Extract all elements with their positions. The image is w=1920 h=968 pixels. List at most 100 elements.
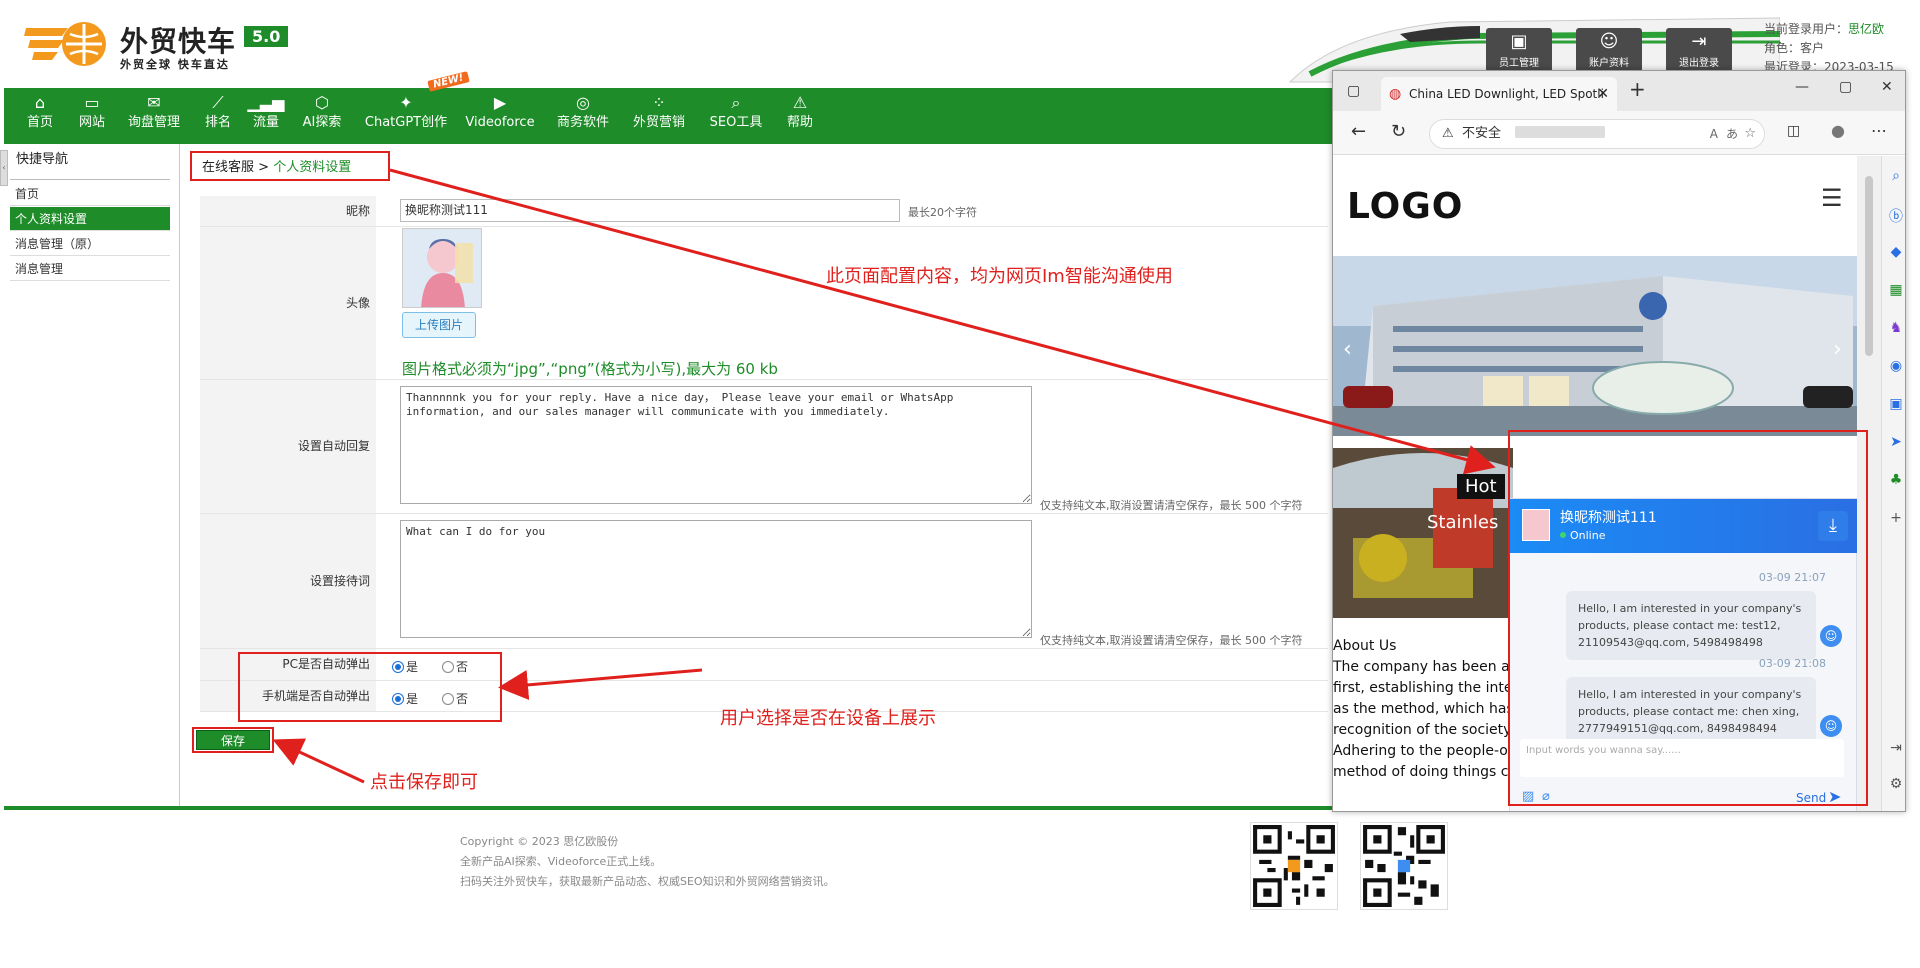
nav-home[interactable]: ⌂ 首页 — [18, 88, 62, 144]
settings-gear-icon[interactable]: ⚙ — [1888, 776, 1904, 792]
read-aloud-icon[interactable]: A — [1710, 120, 1718, 148]
sidebar-item-home[interactable]: 首页 — [10, 182, 170, 206]
user-label: 当前登录用户： — [1764, 22, 1849, 36]
monitor-icon: ▭ — [84, 93, 100, 112]
new-tab-icon[interactable]: + — [1629, 77, 1646, 101]
favorite-icon[interactable]: ☆ — [1744, 120, 1756, 148]
sidebar-pane-icon[interactable]: ⇥ — [1888, 740, 1904, 756]
arrow-to-popup-settings — [498, 668, 703, 700]
url-field[interactable]: ⚠ 不安全 A あ ☆ — [1429, 119, 1765, 149]
qr-code-pattern — [1251, 823, 1337, 909]
nav-chatgpt-label: ChatGPT创作 — [364, 115, 448, 130]
window-close-icon[interactable]: ✕ — [1881, 79, 1893, 95]
translate-icon[interactable]: あ — [1726, 120, 1738, 148]
profile-avatar-icon[interactable]: ● — [1831, 121, 1845, 140]
tree-icon[interactable]: ♣ — [1888, 472, 1904, 488]
logout-button[interactable]: ⇥ 退出登录 — [1666, 28, 1732, 72]
nav-seo-tools[interactable]: ⌕ SEO工具 — [704, 88, 768, 144]
carousel-next-icon: › — [1833, 337, 1842, 362]
hot-label: Hot — [1457, 474, 1505, 499]
sidebar-item-message-legacy[interactable]: 消息管理（原） — [10, 232, 170, 256]
user-role: 角色：客户 — [1764, 41, 1825, 55]
add-icon[interactable]: + — [1888, 510, 1904, 526]
greeting-textarea[interactable]: What can I do for you — [400, 520, 1032, 638]
nav-traffic-label: 流量 — [252, 115, 279, 130]
footer-line-2: 全新产品AI探索、Videoforce正式上线。 — [460, 855, 662, 868]
auto-reply-hint: 仅支持纯文本,取消设置请清空保存，最长 500 个字符 — [1040, 499, 1303, 512]
sidebar-item-message[interactable]: 消息管理 — [10, 257, 170, 281]
send-plane-icon[interactable]: ➤ — [1888, 434, 1904, 450]
annotation-text-top: 此页面配置内容，均为网页Im智能沟通使用 — [826, 266, 1173, 287]
search-icon[interactable]: ⌕ — [1888, 168, 1904, 184]
stainless-label: Stainles — [1427, 512, 1499, 533]
avatar-illustration — [403, 229, 481, 307]
bing-icon[interactable]: ⓑ — [1888, 206, 1904, 226]
about-line: Adhering to the people-ori — [1333, 743, 1513, 759]
nav-home-label: 首页 — [26, 115, 53, 130]
nav-videoforce[interactable]: ▶ Videoforce — [462, 88, 538, 144]
nav-business-software-label: 商务软件 — [556, 115, 609, 130]
brand-title: 外贸快车 — [120, 25, 237, 58]
account-info-label: 账户资料 — [1589, 58, 1629, 69]
account-icon: ☺ — [1599, 31, 1619, 52]
traffic-icon: ▁▃▅ — [247, 93, 285, 112]
nav-website[interactable]: ▭ 网站 — [68, 88, 116, 144]
upload-image-button[interactable]: 上传图片 — [402, 312, 476, 338]
tab-actions-icon[interactable]: ▢ — [1347, 83, 1360, 99]
browser-address-bar: ← ↻ ⚠ 不安全 A あ ☆ ◫ ● ⋯ — [1333, 111, 1905, 155]
outlook-icon[interactable]: ▣ — [1888, 396, 1904, 412]
chatgpt-icon: ✦ — [399, 93, 413, 112]
site-logo[interactable]: LOGO — [1347, 186, 1463, 227]
user-name: 思亿欧 — [1848, 22, 1885, 36]
games-icon[interactable]: ♞ — [1888, 320, 1904, 336]
sidebar-item-profile-settings[interactable]: 个人资料设置 — [10, 207, 170, 231]
toolbox-icon[interactable]: ▦ — [1888, 282, 1904, 298]
tab-close-icon[interactable]: ✕ — [1597, 77, 1609, 111]
maximize-icon[interactable]: ▢ — [1839, 79, 1852, 95]
greeting-hint: 仅支持纯文本,取消设置请清空保存，最长 500 个字符 — [1040, 634, 1303, 647]
annotation-box-save — [192, 727, 274, 753]
scrollbar-thumb[interactable] — [1865, 176, 1873, 356]
auto-reply-textarea[interactable]: Thannnnnk you for your reply. Have a nic… — [400, 386, 1032, 504]
reload-icon[interactable]: ↻ — [1391, 121, 1406, 142]
video-icon: ▶ — [493, 93, 507, 112]
marketing-icon: ⁘ — [652, 93, 666, 112]
office-icon[interactable]: ◉ — [1888, 358, 1904, 374]
version-badge: 5.0 — [244, 26, 289, 47]
nav-ai-explore[interactable]: ⬡ AI探索 — [294, 88, 350, 144]
qr-code-image — [1250, 822, 1338, 910]
account-info-button[interactable]: ☺ 账户资料 — [1576, 28, 1642, 72]
minimize-icon[interactable]: — — [1795, 79, 1809, 95]
hamburger-menu-icon[interactable]: ☰ — [1821, 186, 1843, 210]
staff-management-button[interactable]: ▣ 员工管理 — [1486, 28, 1552, 72]
nav-help[interactable]: ⚠ 帮助 — [778, 88, 822, 144]
qr-code-pattern — [1361, 823, 1447, 909]
footer-copyright: Copyright © 2023 思亿欧股份 — [460, 835, 619, 848]
help-icon: ⚠ — [792, 93, 808, 112]
nav-videoforce-label: Videoforce — [465, 115, 535, 130]
insecure-label: 不安全 — [1462, 126, 1502, 141]
sidebar-collapse-toggle[interactable]: ‹ — [0, 150, 8, 186]
split-screen-icon[interactable]: ◫ — [1787, 123, 1800, 139]
nav-chatgpt[interactable]: ✦ ChatGPT创作 — [360, 88, 452, 144]
nav-inquiry[interactable]: ✉ 询盘管理 — [122, 88, 186, 144]
main-nav: ⌂ 首页 ▭ 网站 ✉ 询盘管理 ⟋ 排名 ▁▃▅ 流量 ⬡ AI探索 ✦ ChatGPT创作… — [4, 88, 1344, 144]
staff-management-label: 员工管理 — [1499, 58, 1539, 69]
nav-help-label: 帮助 — [786, 115, 813, 130]
more-menu-icon[interactable]: ⋯ — [1871, 121, 1887, 140]
browser-tab[interactable]: ◍ China LED Downlight, LED Spotli ✕ — [1381, 77, 1617, 111]
nav-rank[interactable]: ⟋ 排名 — [196, 88, 240, 144]
nav-marketing[interactable]: ⁘ 外贸营销 — [624, 88, 694, 144]
nav-business-software[interactable]: ◎ 商务软件 — [550, 88, 616, 144]
shopping-tag-icon[interactable]: ◆ — [1888, 244, 1904, 260]
ai-icon: ⬡ — [315, 93, 329, 112]
nav-traffic[interactable]: ▁▃▅ 流量 — [244, 88, 288, 144]
nav-inquiry-label: 询盘管理 — [127, 115, 180, 130]
nav-ai-explore-label: AI探索 — [302, 115, 342, 130]
about-line: The company has been adh — [1333, 659, 1513, 675]
back-icon[interactable]: ← — [1351, 121, 1366, 142]
brand-logo[interactable]: 外贸快车 5.0 外贸全球 快车直达 — [22, 14, 322, 74]
auto-reply-label: 设置自动回复 — [200, 380, 376, 513]
nickname-input[interactable]: 换昵称测试111 — [400, 199, 900, 222]
sidebar-title: 快捷导航 — [16, 152, 69, 167]
